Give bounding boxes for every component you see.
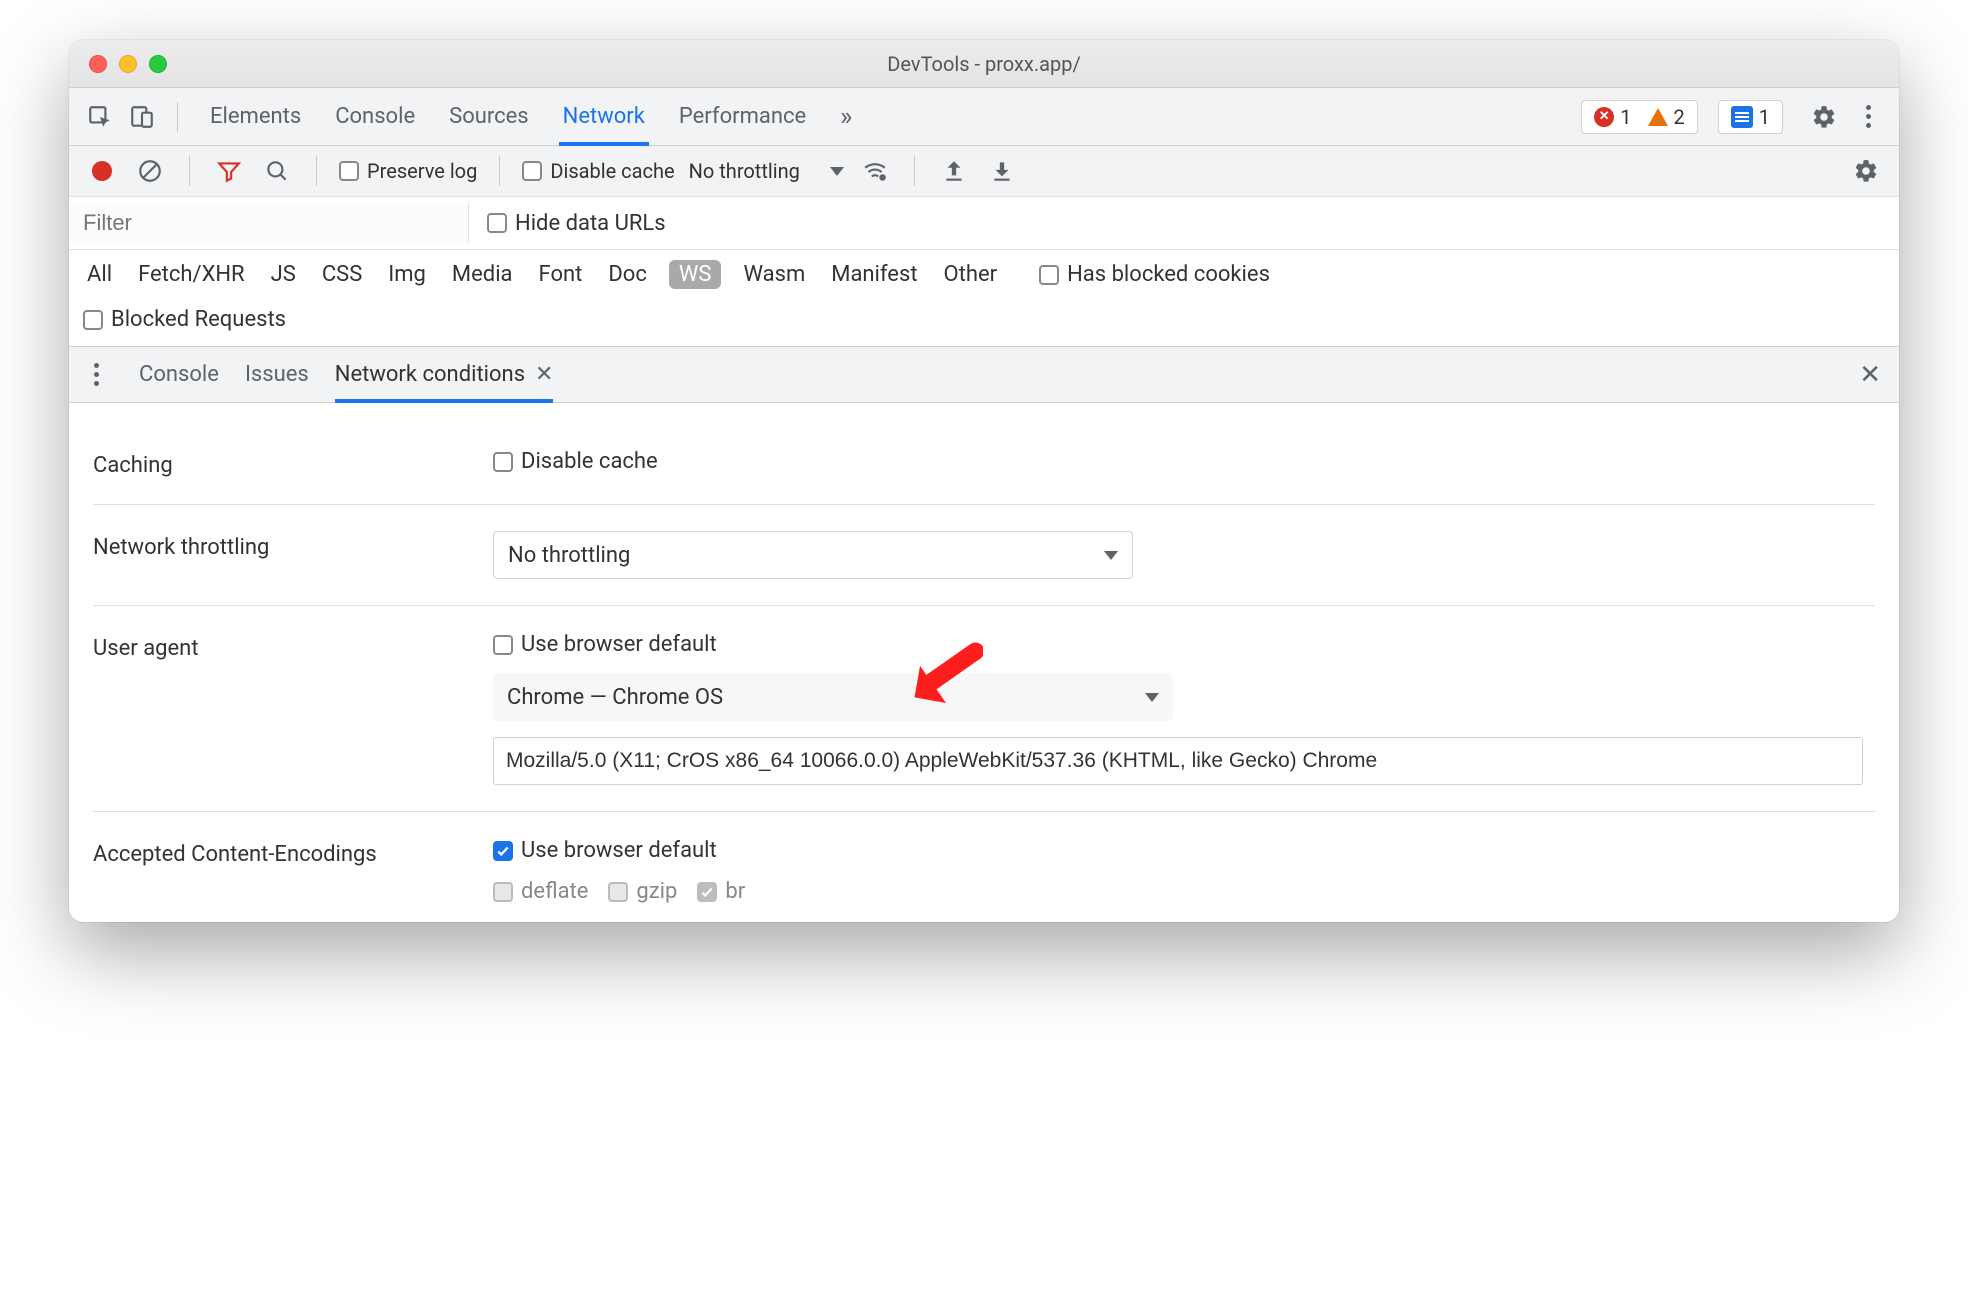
inspect-element-icon[interactable] (83, 100, 117, 134)
separator (177, 102, 178, 132)
type-doc[interactable]: Doc (604, 260, 651, 289)
drawer-more-tabs-icon[interactable] (79, 358, 113, 392)
checkbox-checked-icon (493, 841, 513, 861)
type-other[interactable]: Other (940, 260, 1002, 289)
caching-row: Caching Disable cache (93, 423, 1875, 505)
chevron-down-icon (1145, 693, 1159, 702)
blocked-requests-row: Blocked Requests (69, 299, 1899, 347)
type-all[interactable]: All (83, 260, 116, 289)
tab-elements[interactable]: Elements (210, 88, 301, 145)
download-har-icon[interactable] (985, 154, 1019, 188)
window-title: DevTools - proxx.app/ (69, 52, 1899, 76)
filter-row: Hide data URLs (69, 197, 1899, 250)
network-toolbar: Preserve log Disable cache No throttling (69, 146, 1899, 197)
type-js[interactable]: JS (267, 260, 300, 289)
hide-data-urls-checkbox[interactable]: Hide data URLs (487, 211, 666, 236)
user-agent-label: User agent (93, 632, 473, 661)
user-agent-row: User agent Use browser default Chrome — … (93, 606, 1875, 812)
throttling-label: Network throttling (93, 531, 473, 560)
message-icon (1731, 106, 1753, 128)
drawer-tabs: Console Issues Network conditions ✕ ✕ (69, 347, 1899, 403)
settings-gear-icon[interactable] (1807, 100, 1841, 134)
preserve-log-checkbox[interactable]: Preserve log (339, 159, 477, 183)
minimize-window-button[interactable] (119, 55, 137, 73)
encoding-gzip-checkbox[interactable]: gzip (608, 879, 677, 904)
type-media[interactable]: Media (448, 260, 517, 289)
filter-funnel-icon[interactable] (212, 154, 246, 188)
encodings-options: deflate gzip br (493, 879, 745, 904)
drawer-tab-network-conditions[interactable]: Network conditions ✕ (335, 347, 554, 402)
type-fetchxhr[interactable]: Fetch/XHR (134, 260, 249, 289)
network-conditions-panel: Caching Disable cache Network throttling… (69, 403, 1899, 922)
traffic-lights (69, 55, 167, 73)
annotation-arrow-icon (903, 634, 983, 714)
disable-cache-checkbox[interactable]: Disable cache (522, 159, 674, 183)
throttling-select-box[interactable]: No throttling (493, 531, 1133, 579)
tab-sources[interactable]: Sources (449, 88, 529, 145)
clear-button[interactable] (133, 154, 167, 188)
devtools-window: DevTools - proxx.app/ Elements Console S… (69, 40, 1899, 922)
tab-performance[interactable]: Performance (679, 88, 806, 145)
type-wasm[interactable]: Wasm (739, 260, 809, 289)
zoom-window-button[interactable] (149, 55, 167, 73)
type-css[interactable]: CSS (318, 260, 366, 289)
type-manifest[interactable]: Manifest (827, 260, 921, 289)
blocked-requests-checkbox[interactable]: Blocked Requests (83, 307, 286, 332)
tab-network[interactable]: Network (563, 88, 645, 145)
record-button[interactable] (85, 154, 119, 188)
ua-preset-select[interactable]: Chrome — Chrome OS (493, 673, 1173, 721)
main-tabs-row: Elements Console Sources Network Perform… (69, 88, 1899, 146)
search-icon[interactable] (260, 154, 294, 188)
network-settings-gear-icon[interactable] (1849, 154, 1883, 188)
chevron-down-icon (1104, 551, 1118, 560)
close-window-button[interactable] (89, 55, 107, 73)
upload-har-icon[interactable] (937, 154, 971, 188)
error-count[interactable]: ✕1 (1594, 105, 1631, 129)
type-ws[interactable]: WS (669, 260, 722, 289)
close-tab-icon[interactable]: ✕ (535, 362, 553, 387)
throttling-row: Network throttling No throttling (93, 505, 1875, 606)
encoding-br-checkbox[interactable]: br (697, 879, 745, 904)
has-blocked-cookies-checkbox[interactable]: Has blocked cookies (1039, 262, 1270, 287)
encodings-label: Accepted Content-Encodings (93, 838, 473, 867)
caching-disable-cache-checkbox[interactable]: Disable cache (493, 449, 658, 474)
ua-use-default-checkbox[interactable]: Use browser default (493, 632, 717, 657)
encodings-use-default-checkbox[interactable]: Use browser default (493, 838, 717, 863)
type-font[interactable]: Font (535, 260, 587, 289)
message-counter[interactable]: 1 (1718, 100, 1783, 134)
main-tabs: Elements Console Sources Network Perform… (210, 88, 852, 145)
caching-label: Caching (93, 449, 473, 478)
tabs-overflow-button[interactable]: » (840, 88, 852, 145)
error-icon: ✕ (1594, 107, 1614, 127)
chevron-down-icon (830, 167, 844, 176)
encoding-deflate-checkbox[interactable]: deflate (493, 879, 588, 904)
type-img[interactable]: Img (384, 260, 430, 289)
status-counters[interactable]: ✕1 2 (1581, 100, 1698, 134)
encodings-row: Accepted Content-Encodings Use browser d… (93, 812, 1875, 912)
ua-string-input[interactable] (493, 737, 1863, 785)
throttling-select[interactable]: No throttling (689, 159, 844, 183)
warning-count[interactable]: 2 (1648, 105, 1685, 129)
type-filter-row: All Fetch/XHR JS CSS Img Media Font Doc … (69, 250, 1899, 299)
drawer-close-icon[interactable]: ✕ (1859, 360, 1889, 390)
network-conditions-icon[interactable] (858, 154, 892, 188)
warning-icon (1648, 108, 1668, 126)
filter-input[interactable] (69, 203, 469, 243)
tab-console[interactable]: Console (335, 88, 415, 145)
window-titlebar: DevTools - proxx.app/ (69, 40, 1899, 88)
drawer-tab-console[interactable]: Console (139, 347, 219, 402)
device-toolbar-icon[interactable] (125, 100, 159, 134)
more-options-icon[interactable] (1851, 100, 1885, 134)
drawer-tab-issues[interactable]: Issues (245, 347, 309, 402)
